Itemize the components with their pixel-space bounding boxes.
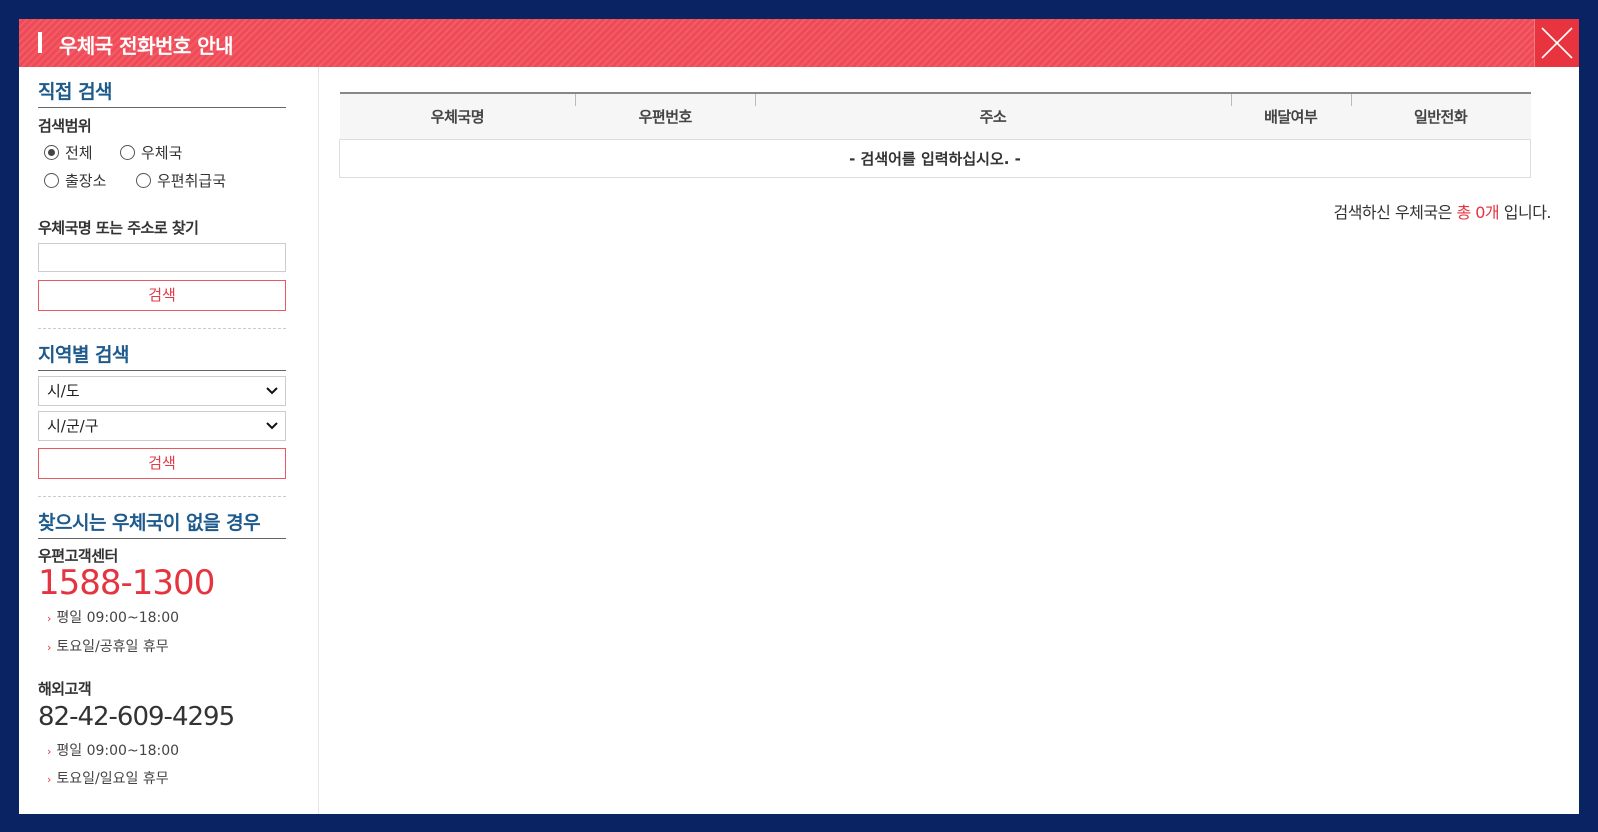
divider [38,328,286,329]
result-summary-prefix: 검색하신 우체국은 [1333,203,1452,222]
center-hours-text: 평일 09:00~18:00 [56,610,180,626]
radio-all-label: 전체 [65,144,93,162]
chevron-down-icon [266,387,278,395]
direct-search-title: 직접 검색 [38,77,286,108]
bullet-arrow-icon: › [47,612,52,625]
region-search-title: 지역별 검색 [38,340,286,371]
chevron-down-icon [266,422,278,430]
center-closed: › 토요일/공휴일 휴무 [47,636,169,656]
table-row: - 검색어를 입력하십시오. - [339,139,1531,178]
col-phone: 일반전화 [1350,92,1531,140]
radio-circle [120,145,135,160]
overseas-phone: 82-42-609-4295 [38,702,235,732]
no-office-title: 찾으시는 우체국이 없을 경우 [38,508,286,539]
col-office-name: 우체국명 [339,92,576,140]
sigungu-select-value: 시/군/구 [47,417,99,435]
popup-title: 우체국 전화번호 안내 [59,34,234,58]
center-hours: › 평일 09:00~18:00 [47,607,179,627]
search-sidebar: 직접 검색 검색범위 전체 우체국 출장소 우편취급국 우체국명 또는 주소로 … [19,67,319,814]
results-panel: 우체국명 우편번호 주소 배달여부 일반전화 - 검색어를 입력하십시오. - … [319,67,1579,814]
radio-branch[interactable]: 출장소 [44,170,106,191]
close-button[interactable] [1534,19,1579,67]
radio-branch-label: 출장소 [65,172,107,190]
radio-all[interactable]: 전체 [44,142,93,163]
table-header-row: 우체국명 우편번호 주소 배달여부 일반전화 [339,92,1531,140]
col-address: 주소 [755,92,1231,140]
radio-post-office[interactable]: 우체국 [120,142,182,163]
divider [38,496,286,497]
search-range-label: 검색범위 [38,117,92,135]
sido-select[interactable]: 시/도 [38,376,286,406]
phone-directory-popup: 우체국 전화번호 안내 직접 검색 검색범위 전체 우체국 출장소 우편취급국 [19,19,1579,814]
overseas-hours-text: 평일 09:00~18:00 [56,743,180,759]
customer-center-phone: 1588-1300 [38,563,215,603]
bullet-arrow-icon: › [47,745,52,758]
radio-circle [136,173,151,188]
col-delivery: 배달여부 [1230,92,1351,140]
result-summary-suffix: 입니다. [1503,203,1552,222]
results-table-wrap: 우체국명 우편번호 주소 배달여부 일반전화 - 검색어를 입력하십시오. - [339,92,1531,178]
sigungu-select[interactable]: 시/군/구 [38,411,286,441]
title-marker [38,32,42,53]
title-bar: 우체국 전화번호 안내 [19,19,1579,67]
radio-agency[interactable]: 우편취급국 [136,170,226,191]
center-closed-text: 토요일/공휴일 휴무 [56,639,169,655]
direct-search-button[interactable]: 검색 [38,280,286,311]
empty-message: - 검색어를 입력하십시오. - [339,139,1531,178]
overseas-label: 해외고객 [38,680,92,698]
overseas-hours: › 평일 09:00~18:00 [47,740,179,760]
results-table: 우체국명 우편번호 주소 배달여부 일반전화 - 검색어를 입력하십시오. - [339,92,1531,178]
sido-select-value: 시/도 [47,382,80,400]
result-count: 총 0개 [1456,203,1500,222]
overseas-closed: › 토요일/일요일 휴무 [47,768,169,788]
radio-circle-checked [44,145,59,160]
close-icon [1541,27,1573,59]
bullet-arrow-icon: › [47,773,52,786]
radio-agency-label: 우편취급국 [157,172,227,190]
col-postal-code: 우편번호 [575,92,756,140]
radio-circle [44,173,59,188]
name-address-label: 우체국명 또는 주소로 찾기 [38,219,199,237]
region-search-button[interactable]: 검색 [38,448,286,479]
overseas-closed-text: 토요일/일요일 휴무 [56,771,169,787]
result-summary: 검색하신 우체국은 총 0개 입니다. [1333,199,1551,223]
bullet-arrow-icon: › [47,641,52,654]
radio-post-office-label: 우체국 [141,144,183,162]
search-input[interactable] [38,243,286,272]
